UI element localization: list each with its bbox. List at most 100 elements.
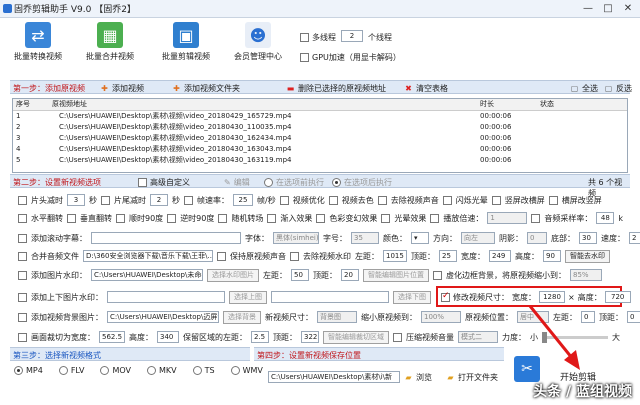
minimize-button[interactable]: — <box>578 1 598 17</box>
format-mp4[interactable]: MP4 <box>14 366 43 375</box>
down-pic-field[interactable] <box>271 291 389 303</box>
multithread-checkbox[interactable] <box>300 33 309 42</box>
framerate-field[interactable]: 25 <box>233 194 253 206</box>
format-flv-radio[interactable] <box>58 366 68 375</box>
resize-checkbox[interactable] <box>441 291 450 302</box>
sample-field[interactable]: 48 <box>596 212 615 224</box>
format-wmv-radio[interactable] <box>230 366 240 375</box>
denoise-checkbox[interactable] <box>377 195 387 205</box>
deband-checkbox[interactable] <box>328 195 338 205</box>
framerate-checkbox[interactable] <box>184 195 193 205</box>
subtitle-checkbox[interactable] <box>18 233 27 243</box>
video-opt-checkbox[interactable] <box>279 195 289 205</box>
edit-button[interactable]: ✎ 编辑 <box>224 177 250 188</box>
video-table[interactable]: 序号 原视频地址 时长 状态 1 C:\Users\HUAWEI\Desktop… <box>12 98 628 173</box>
font-select[interactable]: 黑体(simhei) <box>273 232 319 244</box>
multithread-option[interactable]: 多线程 <box>300 32 336 43</box>
light-checkbox[interactable] <box>381 213 391 223</box>
smart-wm-button[interactable]: 智能去水印 <box>565 249 610 263</box>
crop-checkbox[interactable] <box>18 332 27 342</box>
crop-width-field[interactable]: 562.5 <box>99 331 125 343</box>
thread-count-field[interactable]: 2 <box>341 30 363 42</box>
format-ts[interactable]: TS <box>192 366 215 375</box>
flash-checkbox[interactable] <box>442 195 452 205</box>
table-row[interactable]: 5 C:\Users\HUAWEI\Desktop\素材\视频\video_20… <box>13 154 627 165</box>
format-mov-radio[interactable] <box>100 366 110 375</box>
table-row[interactable]: 4 C:\Users\HUAWEI\Desktop\素材\视频\video_20… <box>13 143 627 154</box>
shrink-select[interactable]: 100% <box>421 311 461 323</box>
smart-pic-pos-button[interactable]: 智能编辑图片位置 <box>363 268 429 282</box>
add-video-button[interactable]: ✚ 添加视频 <box>100 83 144 94</box>
table-row[interactable]: 1 C:\Users\HUAWEI\Desktop\素材\视频\video_20… <box>13 110 627 121</box>
bg-top-field[interactable]: 0 <box>627 311 640 323</box>
scroll-speed-field[interactable]: 2 <box>629 232 640 244</box>
volume-checkbox[interactable] <box>393 332 402 342</box>
format-flv[interactable]: FLV <box>58 366 84 375</box>
batch-merge-button[interactable]: ▦ 批量合并视频 <box>82 22 138 62</box>
head-cut-checkbox[interactable] <box>18 195 27 205</box>
vflip-checkbox[interactable] <box>67 213 76 223</box>
gpu-option[interactable]: GPU加速（用显卡解码） <box>300 52 401 63</box>
smart-crop-button[interactable]: 智能编辑裁切区域 <box>323 330 389 344</box>
h-to-v-checkbox[interactable] <box>548 195 558 205</box>
select-bg-button[interactable]: 选择背景 <box>223 310 261 324</box>
head-cut-field[interactable]: 3 <box>67 194 85 206</box>
keep-top-field[interactable]: 322 <box>301 331 319 343</box>
exec-after-option[interactable]: 在选项后执行 <box>332 177 392 188</box>
updown-pic-checkbox[interactable] <box>18 292 27 302</box>
format-mov[interactable]: MOV <box>100 366 131 375</box>
merge-audio-checkbox[interactable] <box>18 251 27 261</box>
color-picker[interactable]: ▾ <box>411 232 429 244</box>
format-ts-radio[interactable] <box>192 366 202 375</box>
browse-button[interactable]: ▰ 浏览 <box>404 372 432 383</box>
wm-width-field[interactable]: 249 <box>489 250 511 262</box>
advanced-option[interactable]: 高级自定义 <box>138 177 190 188</box>
speed-checkbox[interactable] <box>430 213 440 223</box>
pic-wm-path-field[interactable]: C:\Users\HUAWEI\Desktop\未命名15947... <box>91 269 203 281</box>
select-all-button[interactable]: ▢ 全选 <box>570 83 598 94</box>
bg-path-field[interactable]: C:\Users\HUAWEI\Desktop\迈屏背景... <box>107 311 219 323</box>
rotm90-checkbox[interactable] <box>167 213 177 223</box>
wm-left-field[interactable]: 1015 <box>383 250 407 262</box>
format-mkv[interactable]: MKV <box>147 366 177 375</box>
v-to-h-checkbox[interactable] <box>491 195 501 205</box>
shadow-select[interactable]: 0 <box>527 232 547 244</box>
pic-left-field[interactable]: 50 <box>291 269 309 281</box>
remove-wm-checkbox[interactable] <box>290 251 299 261</box>
select-down-pic-button[interactable]: 选择下图 <box>393 290 431 304</box>
subtitle-field[interactable] <box>91 232 241 244</box>
bottom-field[interactable]: 30 <box>579 232 597 244</box>
table-row[interactable]: 3 C:\Users\HUAWEI\Desktop\素材\视频\video_20… <box>13 132 627 143</box>
select-wm-pic-button[interactable]: 选择水印图片 <box>207 268 259 282</box>
rot90-checkbox[interactable] <box>116 213 125 223</box>
add-folder-button[interactable]: ✚ 添加视频文件夹 <box>172 83 240 94</box>
pic-top-field[interactable]: 20 <box>341 269 359 281</box>
advanced-checkbox[interactable] <box>138 178 147 187</box>
exec-before-radio[interactable] <box>264 178 273 187</box>
speed-select[interactable]: 1 <box>487 212 528 224</box>
keep-left-field[interactable]: 2.5 <box>251 331 269 343</box>
fade-checkbox[interactable] <box>267 213 277 223</box>
tail-cut-checkbox[interactable] <box>101 195 110 205</box>
resize-height-field[interactable]: 720 <box>604 291 631 303</box>
newsize-select[interactable]: 背景图 <box>317 311 357 323</box>
blur-scale-select[interactable]: 85% <box>570 269 602 281</box>
random-trans-checkbox[interactable] <box>218 213 228 223</box>
tail-cut-field[interactable]: 2 <box>150 194 168 206</box>
audio-path-field[interactable]: D:\360安全浏览器下载\音乐下载\王菲\... <box>83 250 213 262</box>
close-button[interactable]: ✕ <box>618 1 638 17</box>
exec-before-option[interactable]: 在选项前执行 <box>264 177 324 188</box>
table-row[interactable]: 2 C:\Users\HUAWEI\Desktop\素材\视频\video_20… <box>13 121 627 132</box>
pic-wm-checkbox[interactable] <box>18 270 27 280</box>
wm-top-field[interactable]: 25 <box>439 250 457 262</box>
crop-height-field[interactable]: 340 <box>157 331 179 343</box>
blur-bg-checkbox[interactable] <box>433 270 442 280</box>
size-select[interactable]: 35 <box>351 232 379 244</box>
invert-button[interactable]: ▢ 反选 <box>604 83 632 94</box>
select-up-pic-button[interactable]: 选择上图 <box>229 290 267 304</box>
member-center-button[interactable]: ☻ 会员管理中心 <box>228 22 288 62</box>
keep-audio-checkbox[interactable] <box>217 251 226 261</box>
clear-table-button[interactable]: ✖ 清空表格 <box>404 83 448 94</box>
save-path-field[interactable]: C:\Users\HUAWEI\Desktop\素材\i\新 <box>268 371 400 383</box>
open-folder-button[interactable]: ▰ 打开文件夹 <box>446 372 498 383</box>
